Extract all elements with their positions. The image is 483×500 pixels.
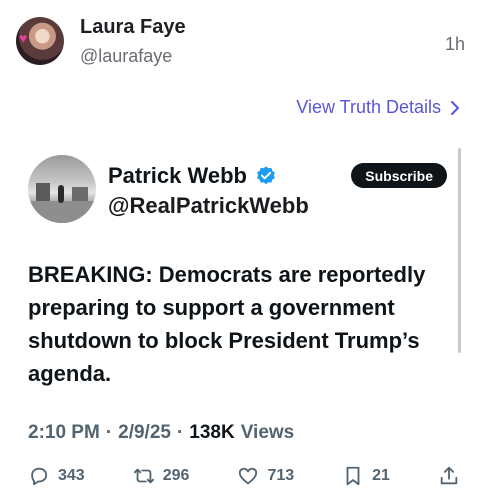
scrollbar[interactable]: [458, 148, 461, 353]
repost-button[interactable]: 296: [133, 465, 190, 487]
avatar[interactable]: ♥: [16, 17, 64, 65]
embedded-avatar[interactable]: [28, 155, 96, 223]
embedded-author-handle[interactable]: @RealPatrickWebb: [108, 193, 309, 219]
reply-button[interactable]: 343: [28, 465, 85, 487]
repost-count: 296: [162, 467, 190, 484]
embedded-post-body: BREAKING: Democrats are reportedly prepa…: [28, 262, 426, 386]
meta-separator: ·: [176, 422, 184, 443]
embedded-author-name[interactable]: Patrick Webb: [108, 163, 247, 189]
action-bar: 343 296 713 21: [28, 463, 460, 489]
subscribe-button[interactable]: Subscribe: [351, 163, 447, 188]
author-name[interactable]: Laura Faye: [80, 16, 186, 39]
view-truth-details-label: View Truth Details: [296, 97, 441, 117]
views-label: Views: [240, 422, 295, 443]
avatar-building: [36, 183, 50, 201]
share-icon: [440, 466, 458, 485]
views-count: 138K: [189, 422, 235, 443]
heart-icon: [239, 467, 258, 485]
reply-icon: [31, 467, 48, 486]
avatar-person: [58, 185, 64, 203]
bookmark-button[interactable]: 21: [342, 465, 390, 487]
like-count: 713: [267, 467, 295, 484]
author-handle[interactable]: @laurafaye: [80, 46, 172, 67]
verified-badge-icon: [257, 166, 275, 185]
outer-post-header: ♥ Laura Faye @laurafaye 1h: [0, 0, 483, 80]
bookmark-icon: [346, 466, 360, 486]
like-button[interactable]: 713: [237, 465, 294, 487]
post-date[interactable]: 2/9/25: [118, 422, 171, 444]
reply-count: 343: [58, 467, 85, 484]
share-button[interactable]: [438, 465, 460, 487]
embedded-name-row: Patrick Webb: [108, 163, 277, 189]
avatar-building: [72, 187, 88, 201]
post-time[interactable]: 2:10 PM: [28, 422, 100, 444]
post-time: 1h: [444, 34, 465, 54]
heart-sticker-icon: ♥: [19, 30, 28, 46]
avatar-ground: [28, 201, 96, 223]
post-meta: 2:10 PM · 2/9/25 · 138K Views: [28, 422, 294, 444]
view-truth-details-link[interactable]: View Truth Details: [296, 97, 461, 118]
meta-separator: ·: [105, 422, 113, 443]
bookmark-count: 21: [372, 467, 390, 484]
repost-icon: [133, 468, 154, 484]
chevron-right-icon: [451, 100, 459, 115]
